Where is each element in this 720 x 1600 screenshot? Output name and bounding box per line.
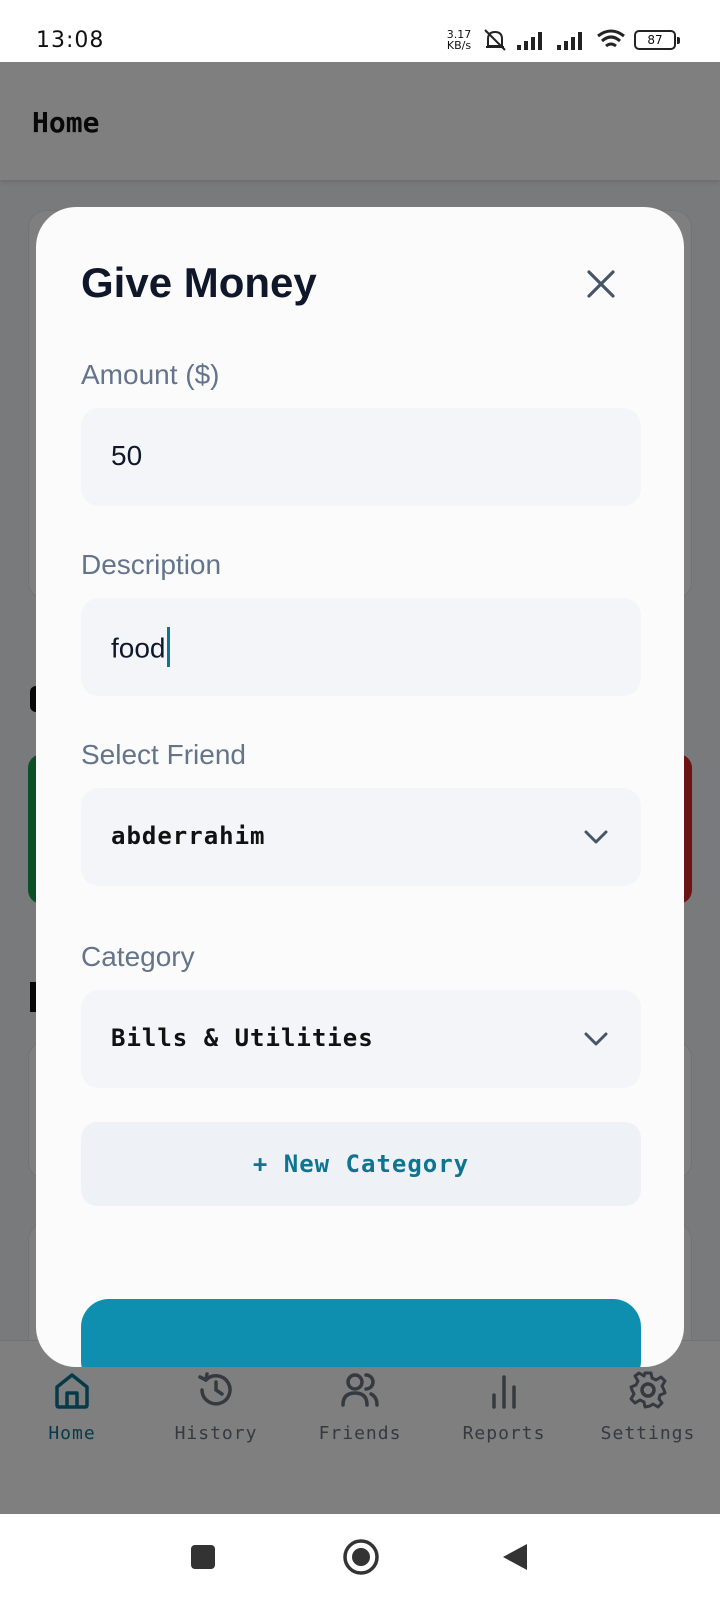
friend-label: Select Friend: [81, 739, 246, 770]
amount-input[interactable]: 50: [81, 408, 641, 506]
description-value-wrap: food: [111, 627, 170, 670]
description-value: food: [111, 632, 166, 664]
status-bar: 13:08 3.17 KB/s 87: [0, 0, 720, 62]
square-icon: [191, 1545, 215, 1569]
battery-indicator: 87: [634, 30, 680, 50]
dialog-title: Give Money: [81, 259, 317, 306]
text-caret: [166, 627, 170, 667]
home-system-button[interactable]: [336, 1532, 386, 1582]
give-money-dialog: Give Money Amount ($) 50 Description foo…: [36, 207, 684, 1367]
back-triangle-icon: [503, 1544, 527, 1570]
recents-button[interactable]: [178, 1532, 228, 1582]
bell-off-icon: [484, 29, 506, 51]
new-category-button[interactable]: + New Category: [81, 1122, 641, 1206]
friend-select[interactable]: abderrahim: [81, 788, 641, 886]
system-nav-bar: [0, 1514, 720, 1600]
close-icon: [587, 270, 615, 298]
category-select[interactable]: Bills & Utilities: [81, 990, 641, 1088]
status-icons: 3.17 KB/s 87: [444, 26, 680, 54]
back-button[interactable]: [490, 1532, 540, 1582]
description-label: Description: [81, 549, 222, 580]
amount-value: 50: [111, 440, 143, 471]
network-speed: 3.17 KB/s: [444, 29, 474, 51]
chevron-down-icon-2: [584, 1032, 608, 1046]
friend-select-value: abderrahim: [111, 822, 266, 850]
chevron-down-icon: [584, 830, 608, 844]
close-button[interactable]: [576, 259, 626, 309]
signal-icon-2: [557, 32, 582, 50]
wifi-icon: [597, 29, 625, 48]
signal-icon: [517, 32, 542, 50]
category-label: Category: [81, 941, 195, 972]
network-speed-unit: KB/s: [446, 39, 472, 52]
description-input[interactable]: food: [81, 598, 641, 696]
amount-label: Amount ($): [81, 359, 220, 390]
circle-icon: [343, 1539, 379, 1575]
category-select-value: Bills & Utilities: [111, 1024, 374, 1052]
status-time: 13:08: [36, 28, 105, 53]
submit-button[interactable]: [81, 1299, 641, 1367]
